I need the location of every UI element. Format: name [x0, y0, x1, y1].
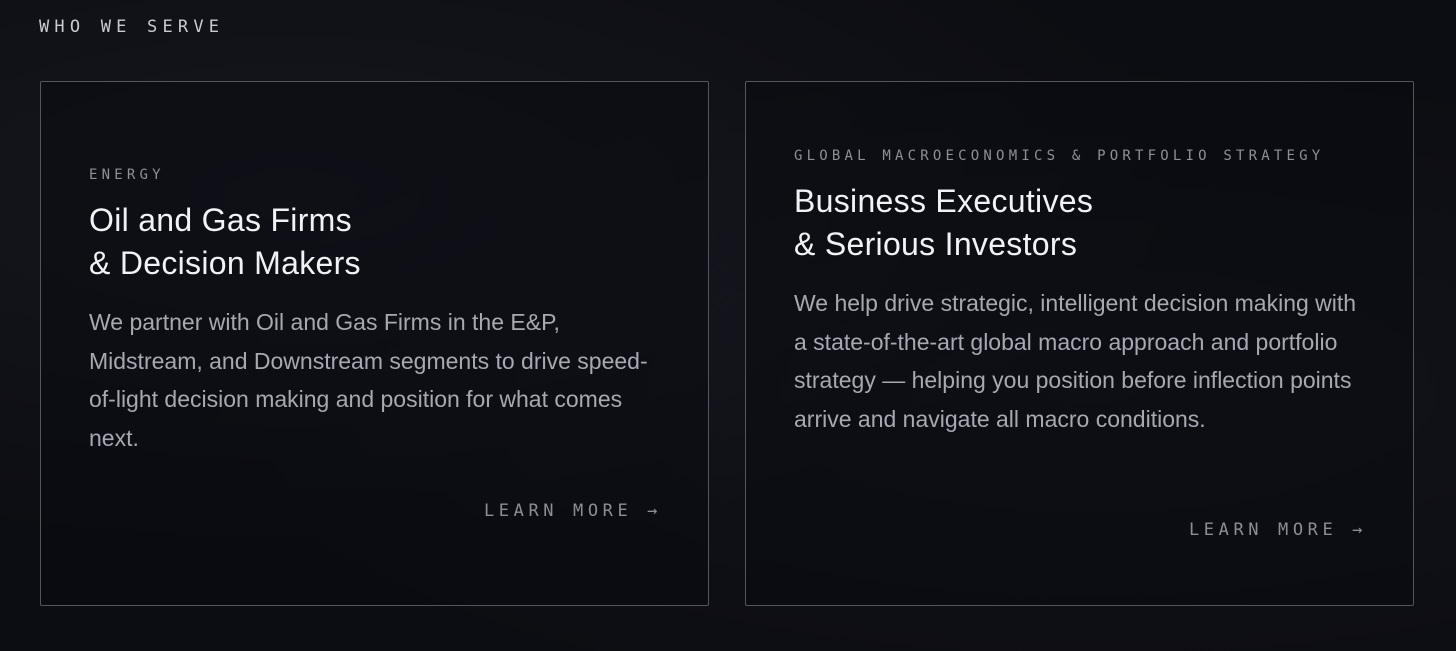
card-description: We partner with Oil and Gas Firms in the…	[89, 309, 648, 451]
card-title: Business Executives & Serious Investors	[794, 180, 1369, 266]
card-description: We help drive strategic, intelligent dec…	[794, 290, 1357, 432]
section-label: WHO WE SERVE	[39, 17, 225, 37]
card-eyebrow: GLOBAL MACROECONOMICS & PORTFOLIO STRATE…	[794, 148, 1325, 164]
card-eyebrow: ENERGY	[89, 167, 165, 183]
card-content: GLOBAL MACROECONOMICS & PORTFOLIO STRATE…	[794, 148, 1369, 438]
card-energy: ENERGY Oil and Gas Firms & Decision Make…	[40, 81, 709, 606]
card-title-line-1: Business Executives	[794, 183, 1094, 219]
card-macro: GLOBAL MACROECONOMICS & PORTFOLIO STRATE…	[745, 81, 1414, 606]
card-title-line-2: & Serious Investors	[794, 226, 1078, 262]
card-title: Oil and Gas Firms & Decision Makers	[89, 199, 664, 285]
learn-more-link-energy[interactable]: LEARN MORE →	[484, 501, 662, 521]
learn-more-link-macro[interactable]: LEARN MORE →	[1189, 520, 1367, 540]
card-content: ENERGY Oil and Gas Firms & Decision Make…	[89, 167, 664, 457]
card-title-line-1: Oil and Gas Firms	[89, 202, 352, 238]
card-title-line-2: & Decision Makers	[89, 245, 361, 281]
